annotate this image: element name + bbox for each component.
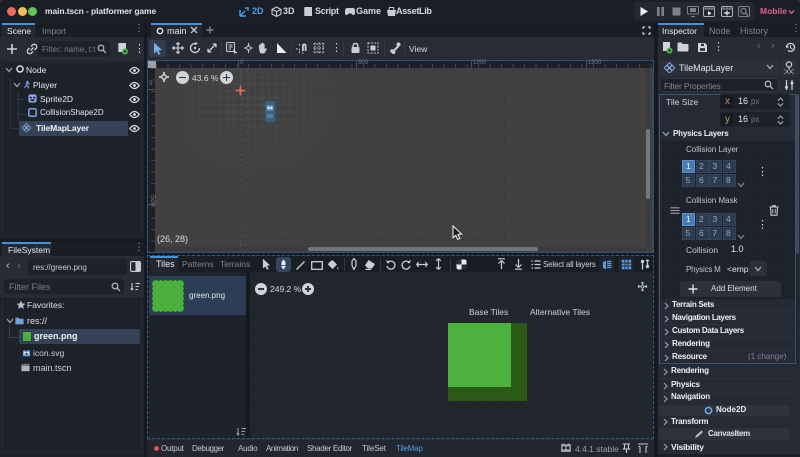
svg-text:DOC: DOC [784, 70, 794, 75]
